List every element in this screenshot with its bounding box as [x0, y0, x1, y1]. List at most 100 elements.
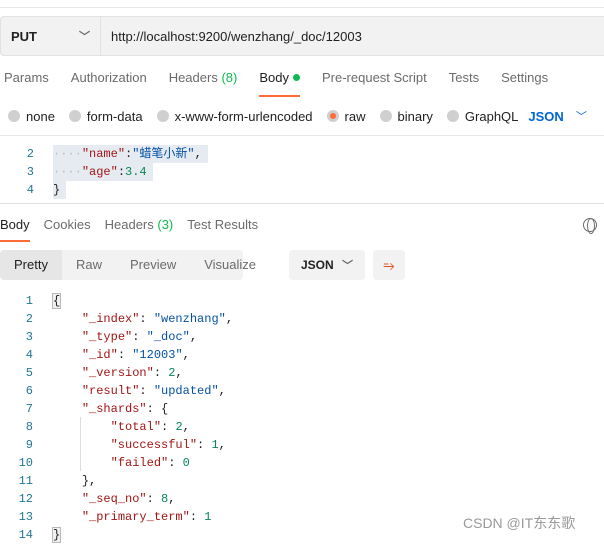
token: , — [218, 384, 226, 398]
view-pretty-button[interactable]: Pretty — [0, 250, 62, 280]
response-format-select[interactable]: JSON ﹀ — [289, 250, 365, 280]
token: : — [139, 384, 154, 398]
token: "name" — [81, 147, 126, 161]
token: "_seq_no" — [81, 492, 147, 506]
line-number: 1 — [25, 294, 33, 308]
request-tabs: Params Authorization Headers (8) Body Pre-re… — [4, 70, 570, 97]
line-code: } — [53, 181, 67, 199]
tab-count: (8) — [221, 70, 238, 85]
tab-label: Test Results — [187, 217, 259, 232]
token: , — [218, 438, 226, 452]
url-input[interactable]: http://localhost:9200/wenzhang/_doc/1200… — [101, 29, 362, 44]
url-bar: PUT ﹀ http://localhost:9200/wenzhang/_doc… — [0, 16, 604, 56]
token: : — [168, 456, 183, 470]
response-line: 2 "_index": "wenzhang", — [0, 310, 233, 328]
token: 3.4 — [125, 165, 147, 179]
token: : — [117, 348, 133, 362]
view-preview-button[interactable]: Preview — [116, 250, 190, 280]
method-select[interactable]: PUT ﹀ — [1, 17, 101, 55]
tab-tests[interactable]: Tests — [449, 70, 479, 97]
request-body-editor[interactable]: 2 ····"name":"蜡笔小新", 3 ····"age":3.4 4} — [0, 145, 604, 204]
token: "age" — [81, 165, 118, 179]
line-code: "total": 2, — [53, 418, 190, 436]
token: 2 — [175, 420, 183, 434]
response-line: 14} — [0, 526, 233, 544]
response-line: 1{ — [0, 292, 233, 310]
token: "failed" — [110, 456, 169, 470]
tab-label: Params — [4, 70, 49, 85]
line-code: "failed": 0 — [53, 454, 190, 472]
globe-icon[interactable] — [583, 218, 597, 234]
line-number: 5 — [25, 366, 33, 380]
radio-icon — [326, 110, 339, 122]
radio-label: x-www-form-urlencoded — [174, 108, 313, 124]
line-number: 9 — [25, 438, 33, 452]
token: : — [117, 165, 126, 179]
tab-authorization[interactable]: Authorization — [71, 70, 147, 97]
response-tab-test-results[interactable]: Test Results — [187, 217, 258, 242]
token: : — [132, 330, 147, 344]
method-label: PUT — [11, 28, 37, 44]
response-tab-headers[interactable]: Headers (3) — [105, 217, 174, 242]
chevron-down-icon: ﹀ — [79, 31, 90, 43]
tab-settings[interactable]: Settings — [501, 70, 548, 97]
view-raw-button[interactable]: Raw — [62, 250, 116, 280]
chevron-down-icon: ﹀ — [342, 260, 353, 272]
line-number: 14 — [18, 528, 33, 542]
line-number: 7 — [25, 402, 33, 416]
tab-label: Cookies — [43, 217, 91, 232]
line-number: 4 — [26, 183, 34, 197]
format-label: JSON — [301, 258, 334, 272]
tab-label: Headers — [104, 217, 154, 232]
line-code: "_id": "12003", — [53, 346, 190, 364]
line-code: ····"age":3.4 — [53, 163, 153, 181]
token: 1 — [211, 438, 219, 452]
line-number: 2 — [26, 147, 34, 161]
radio-none[interactable]: none — [8, 109, 55, 124]
body-format-select[interactable]: JSON — [528, 109, 563, 124]
token: "result" — [81, 384, 140, 398]
radio-label: GraphQL — [464, 108, 519, 124]
response-line: 4 "_id": "12003", — [0, 346, 233, 364]
tab-label: Body — [259, 70, 289, 85]
response-line: 5 "_version": 2, — [0, 364, 233, 382]
line-code: { — [51, 292, 62, 310]
radio-GraphQL[interactable]: GraphQL — [446, 108, 519, 124]
radio-binary[interactable]: binary — [379, 109, 433, 124]
line-number: 10 — [18, 456, 33, 470]
radio-label: none — [26, 108, 55, 124]
token: "_index" — [81, 312, 140, 326]
token: , — [225, 312, 234, 326]
tab-label: Headers — [168, 70, 218, 85]
radio-form-data[interactable]: form-data — [68, 108, 143, 124]
view-visualize-button[interactable]: Visualize — [190, 250, 270, 280]
line-code: "_primary_term": 1 — [53, 508, 212, 526]
tab-count: (3) — [157, 217, 174, 232]
token: "_id" — [81, 348, 118, 362]
tab-pre-request-script[interactable]: Pre-request Script — [322, 70, 427, 97]
response-line: 3 "_type": "_doc", — [0, 328, 233, 346]
tab-headers[interactable]: Headers (8) — [169, 70, 238, 97]
token: } — [53, 183, 61, 197]
response-line: 6 "result": "updated", — [0, 382, 233, 400]
line-number: 8 — [25, 420, 33, 434]
response-tab-cookies[interactable]: Cookies — [44, 217, 91, 242]
line-code: "_type": "_doc", — [53, 328, 197, 346]
response-body: 1{2 "_index": "wenzhang", 3 "_type": "_do… — [0, 292, 233, 544]
token: 1 — [204, 510, 212, 524]
line-code: }, — [53, 472, 96, 490]
radio-icon — [68, 110, 81, 122]
tab-params[interactable]: Params — [4, 70, 49, 97]
wrap-lines-icon[interactable]: ⥱ — [373, 250, 405, 280]
radio-label: raw — [344, 108, 366, 124]
response-tabs: Body Cookies Headers (3) Test Results — [0, 217, 272, 242]
response-tab-body[interactable]: Body — [0, 217, 30, 242]
chevron-down-icon: ﹀ — [575, 111, 587, 123]
radio-icon — [379, 110, 392, 122]
radio-x-www-form-urlencoded[interactable]: x-www-form-urlencoded — [156, 108, 313, 124]
radio-raw[interactable]: raw — [326, 108, 366, 124]
radio-label: form-data — [86, 108, 143, 124]
token: "12003" — [132, 348, 183, 362]
tab-body[interactable]: Body — [259, 70, 300, 97]
line-number: 3 — [26, 165, 34, 179]
